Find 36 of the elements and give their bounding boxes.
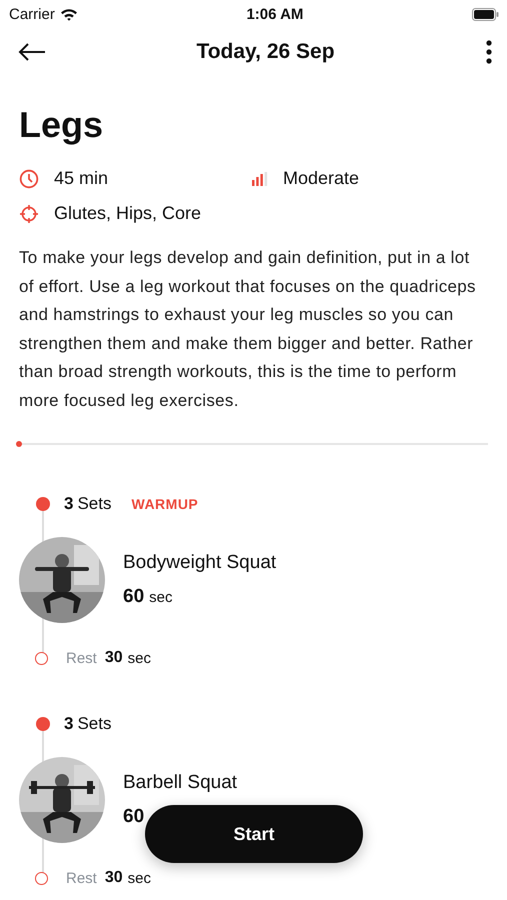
muscles-text: Glutes, Hips, Core <box>54 203 202 224</box>
screen-title: Today, 26 Sep <box>196 40 335 64</box>
back-button[interactable] <box>18 42 46 62</box>
status-time: 1:06 AM <box>246 6 304 22</box>
rest-unit: sec <box>128 650 151 666</box>
sets-count: 3 <box>64 714 74 734</box>
more-button[interactable] <box>484 40 493 64</box>
timeline-dot <box>36 497 50 511</box>
exercise-name: Barbell Squat <box>123 772 238 794</box>
rest-duration: 30 <box>104 649 123 667</box>
signal-bars-icon <box>251 172 268 186</box>
workout-title: Legs <box>19 104 104 146</box>
rest-label: Rest <box>66 650 97 666</box>
sets-label: Sets <box>77 494 112 514</box>
warmup-tag: WARMUP <box>132 496 198 512</box>
duration-unit: sec <box>149 588 172 606</box>
exercise-duration: 60 <box>123 806 144 828</box>
start-button[interactable]: Start <box>145 805 363 863</box>
sets-label: Sets <box>77 714 112 734</box>
wifi-icon <box>60 8 78 20</box>
clock-icon <box>19 168 39 188</box>
exercise-duration: 60 <box>123 586 144 608</box>
rest-marker <box>35 872 48 884</box>
rest-label: Rest <box>66 870 97 886</box>
carrier-name: Carrier <box>9 6 55 22</box>
sets-count: 3 <box>64 494 74 514</box>
target-icon <box>19 204 39 224</box>
duration-text: 45 min <box>54 168 108 189</box>
rest-unit: sec <box>128 870 151 886</box>
rest-marker <box>35 652 48 664</box>
rest-duration: 30 <box>104 869 123 887</box>
difficulty-text: Moderate <box>283 168 360 189</box>
timeline-dot <box>36 717 50 731</box>
workout-description: To make your legs develop and gain definition, put in a lot of effort. Use a leg workout that focuses on the quadriceps and hamstrings to exhaust your leg muscles so you can strengthen them and make them bigger and better. Rather than broad strength workouts, this is the time to perform more focused leg exercises. <box>19 247 477 412</box>
exercise-name: Bodyweight Squat <box>123 552 276 574</box>
battery-icon <box>472 8 499 20</box>
